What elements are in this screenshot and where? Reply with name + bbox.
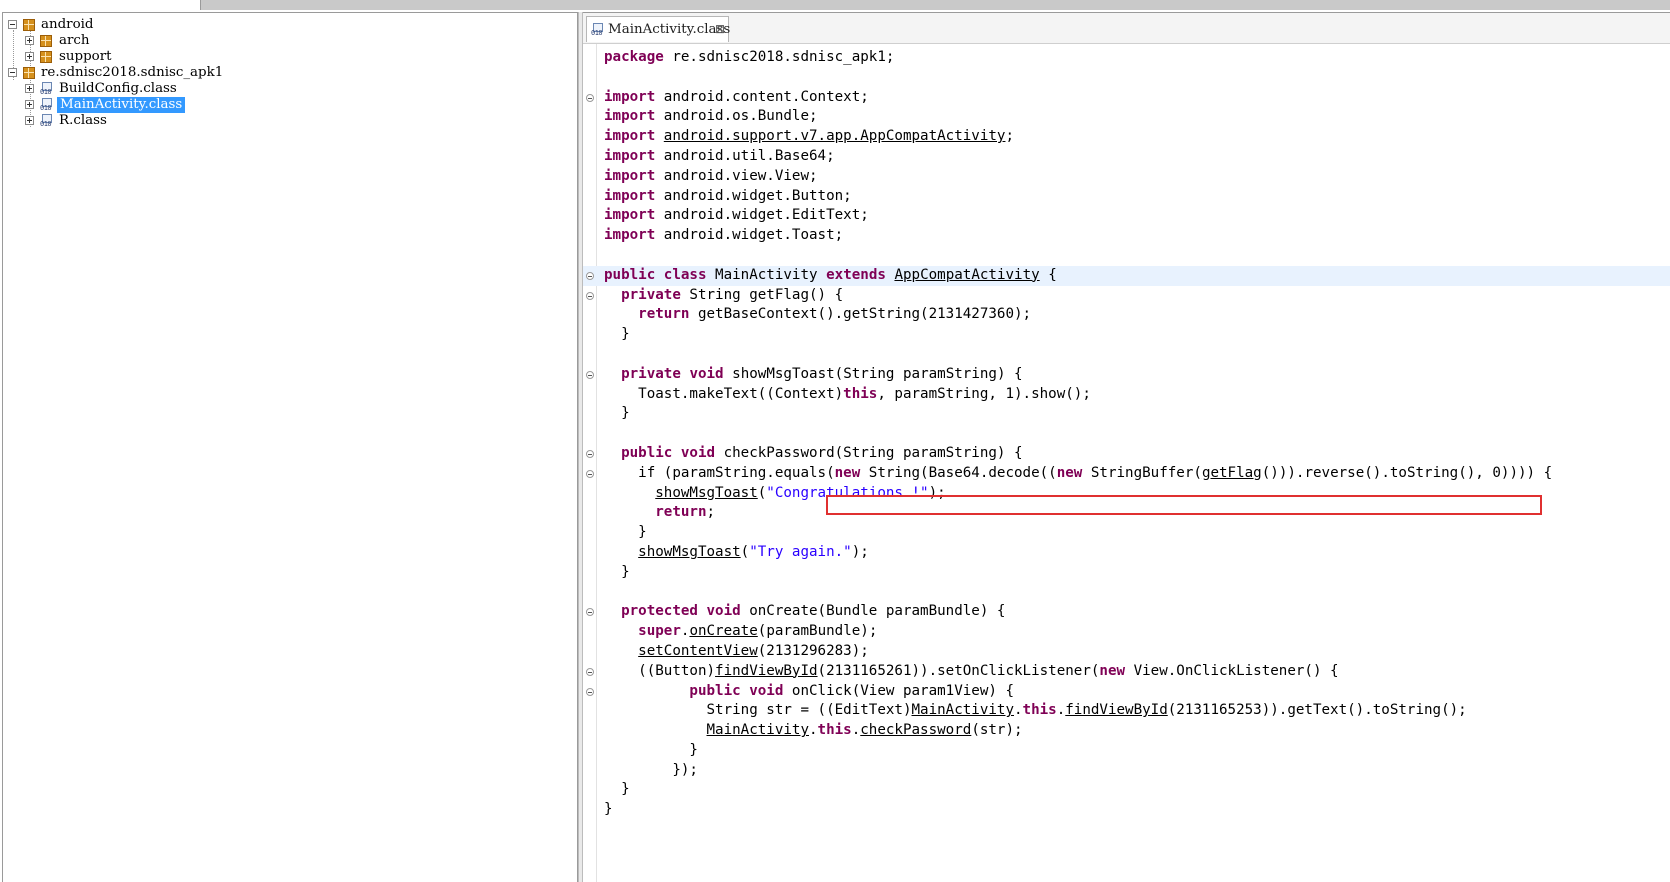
package-icon: [40, 35, 52, 47]
tree-item-buildconfig[interactable]: 010 BuildConfig.class: [3, 81, 577, 97]
code-line: }: [604, 781, 630, 798]
expand-icon[interactable]: [25, 52, 34, 61]
code-line: setContentView(2131296283);: [638, 642, 869, 659]
code-line: }: [604, 741, 698, 758]
code-line: import android.support.v7.app.AppCompatA…: [604, 128, 1015, 145]
tree-item-label: BuildConfig.class: [59, 81, 177, 96]
code-line: import android.widget.Button;: [604, 187, 852, 204]
top-toolbar-strip: [0, 0, 1670, 10]
fold-toggle-icon[interactable]: [586, 608, 594, 617]
code-line: });: [604, 761, 698, 778]
code-line: super.onCreate(paramBundle);: [638, 623, 878, 640]
expand-icon[interactable]: [25, 36, 34, 45]
fold-toggle-icon[interactable]: [586, 370, 594, 379]
tree-item-label: re.sdnisc2018.sdnisc_apk1: [41, 65, 224, 80]
code-line: import android.util.Base64;: [604, 147, 835, 164]
tree-item-android[interactable]: android: [3, 17, 577, 33]
code-line-current: public class MainActivity extends AppCom…: [583, 265, 1670, 286]
code-line: import android.content.Context;: [583, 88, 1670, 108]
code-line: if (paramString.equals(new String(Base64…: [583, 464, 1670, 484]
collapse-icon[interactable]: [8, 20, 17, 29]
code-line: import android.view.View;: [604, 167, 818, 184]
code-line: }: [604, 405, 630, 422]
tree-item-label: android: [41, 17, 94, 32]
code-line: private void showMsgToast(String paramSt…: [583, 365, 1670, 385]
code-line: return getBaseContext().getString(213142…: [638, 306, 1032, 323]
tree-item-label: arch: [59, 33, 90, 48]
expand-icon[interactable]: [25, 100, 34, 109]
code-line: MainActivity.this.checkPassword(str);: [706, 722, 1023, 739]
code-line: public void onClick(View param1View) {: [583, 682, 1670, 702]
class-file-icon: 010: [40, 114, 53, 128]
tree-item-label-selected: MainActivity.class: [57, 97, 186, 113]
tree-item-label: R.class: [59, 113, 107, 128]
tree-item-r[interactable]: 010 R.class: [3, 113, 577, 129]
expand-icon[interactable]: [25, 116, 34, 125]
code-line: }: [604, 326, 630, 343]
tree-item-arch[interactable]: arch: [3, 33, 577, 49]
class-file-icon: 010: [40, 82, 53, 96]
code-line: public void checkPassword(String paramSt…: [583, 444, 1670, 464]
code-editor[interactable]: package re.sdnisc2018.sdnisc_apk1; impor…: [583, 48, 1670, 820]
package-tree: android arch support re.sdnisc2018.sdnis…: [3, 17, 577, 129]
class-file-icon: 010: [591, 23, 604, 37]
package-explorer-panel: android arch support re.sdnisc2018.sdnis…: [2, 12, 578, 882]
code-line: package re.sdnisc2018.sdnisc_apk1;: [604, 49, 895, 65]
editor-panel: 010 MainActivity.class ⊠ package re.sdni…: [583, 12, 1670, 882]
code-line: private String getFlag() {: [583, 286, 1670, 306]
fold-toggle-icon[interactable]: [586, 469, 594, 478]
package-icon: [23, 19, 35, 31]
package-icon: [23, 67, 35, 79]
fold-toggle-icon[interactable]: [586, 687, 594, 696]
close-icon[interactable]: ⊠: [715, 22, 725, 36]
package-icon: [40, 51, 52, 63]
tree-item-label: support: [59, 49, 112, 64]
collapse-icon[interactable]: [8, 68, 17, 77]
code-line: ((Button)findViewById(2131165261)).setOn…: [583, 662, 1670, 682]
code-line: import android.widget.Toast;: [604, 227, 844, 244]
code-line: Toast.makeText((Context)this, paramStrin…: [604, 385, 1091, 402]
code-line: protected void onCreate(Bundle paramBund…: [583, 602, 1670, 622]
tree-item-support[interactable]: support: [3, 49, 577, 65]
code-line: String str = ((EditText)MainActivity.thi…: [604, 702, 1467, 719]
fold-toggle-icon[interactable]: [586, 667, 594, 676]
editor-tab-bar: 010 MainActivity.class ⊠: [583, 13, 1670, 44]
fold-toggle-icon[interactable]: [586, 271, 594, 280]
expand-icon[interactable]: [25, 84, 34, 93]
class-file-icon: 010: [40, 98, 53, 112]
code-line: }: [604, 801, 613, 818]
fold-toggle-icon[interactable]: [586, 93, 594, 102]
tree-item-mainactivity[interactable]: 010 MainActivity.class: [3, 97, 577, 113]
code-line: return;: [655, 504, 716, 521]
fold-toggle-icon[interactable]: [586, 291, 594, 300]
code-line: import android.os.Bundle;: [604, 108, 818, 125]
code-line: }: [604, 524, 647, 541]
fold-toggle-icon[interactable]: [586, 449, 594, 458]
tab-mainactivity[interactable]: 010 MainActivity.class ⊠: [586, 16, 731, 42]
code-line: showMsgToast("Congratulations !");: [655, 484, 946, 501]
tree-item-re-sdnisc2018[interactable]: re.sdnisc2018.sdnisc_apk1: [3, 65, 577, 81]
code-line: showMsgToast("Try again.");: [638, 543, 869, 560]
code-line: }: [604, 563, 630, 580]
code-line: import android.widget.EditText;: [604, 207, 869, 224]
tab-label: MainActivity.class: [608, 22, 731, 37]
view-tab-stub[interactable]: [0, 0, 201, 10]
